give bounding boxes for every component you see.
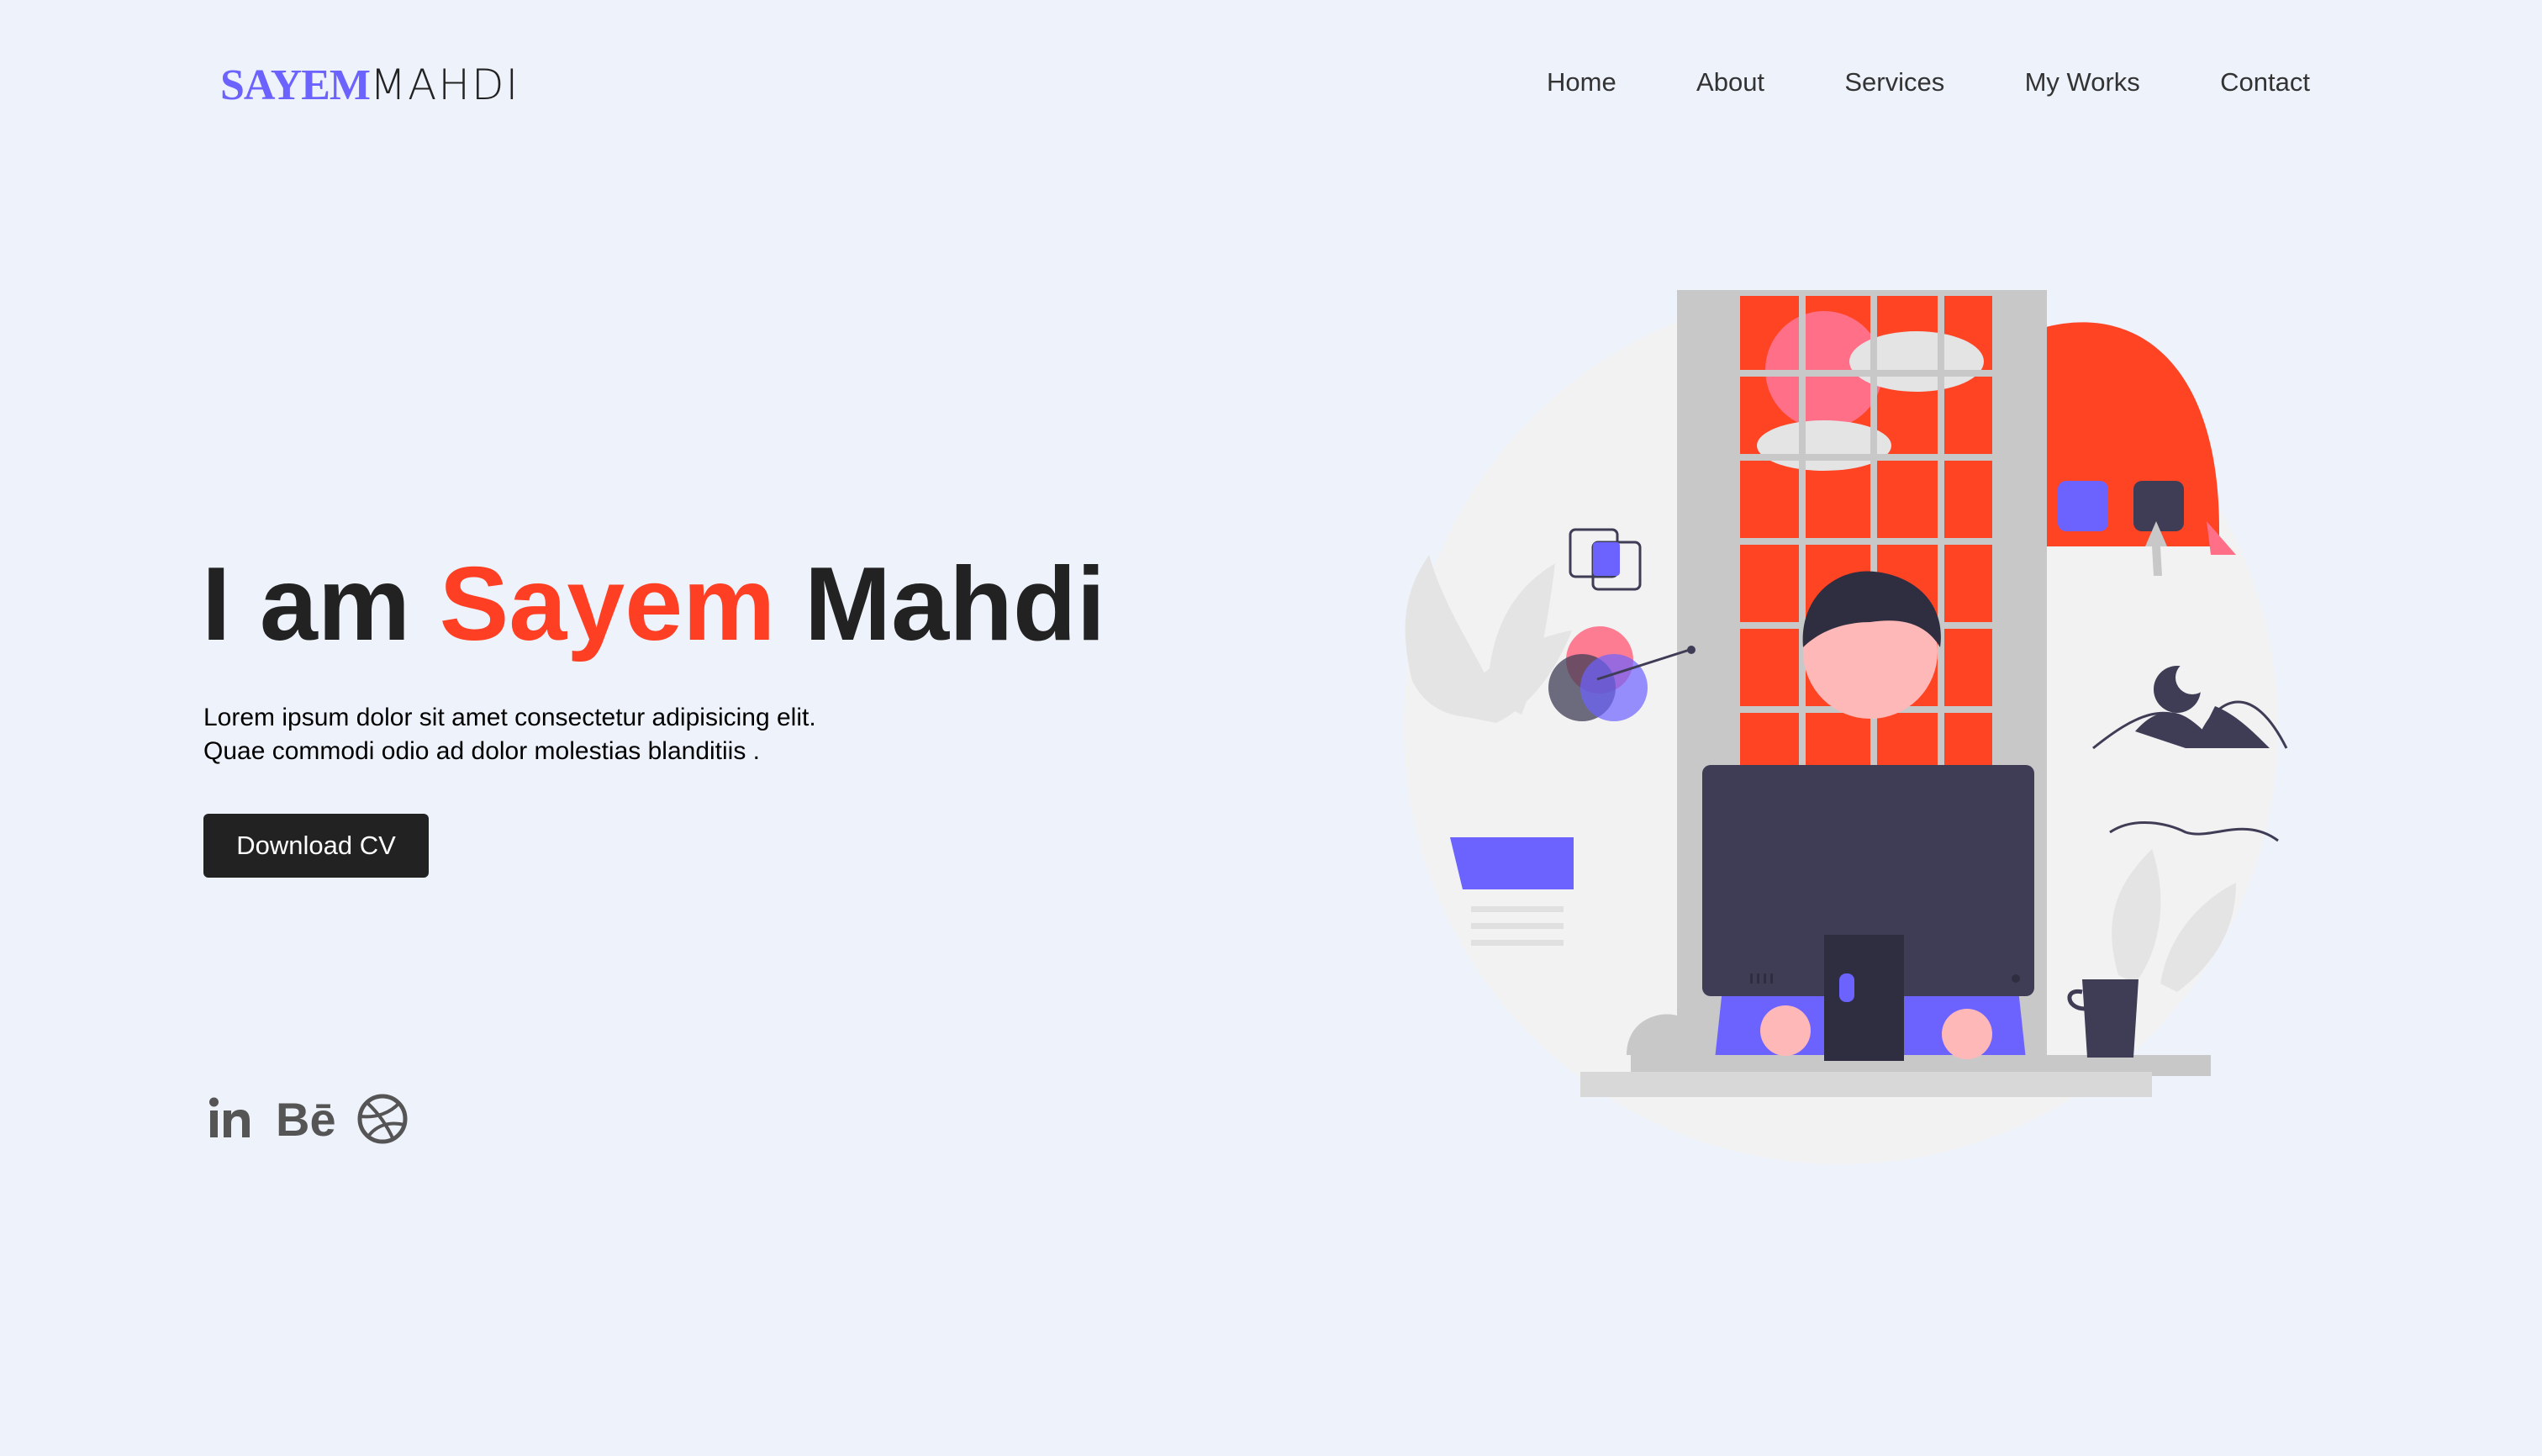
- nav-about[interactable]: About: [1696, 67, 1764, 98]
- right-hand: [1942, 1009, 1992, 1059]
- hero-subtitle: Lorem ipsum dolor sit amet consectetur a…: [203, 701, 960, 768]
- nav-services[interactable]: Services: [1844, 67, 1944, 98]
- hero-title-highlight: Sayem: [439, 546, 776, 662]
- linkedin-icon[interactable]: [207, 1094, 257, 1144]
- logo-last-name: MAHDI: [370, 61, 520, 109]
- dribbble-icon[interactable]: [356, 1093, 409, 1145]
- nav-contact[interactable]: Contact: [2220, 67, 2310, 98]
- main-nav: Home About Services My Works Contact: [1547, 67, 2310, 98]
- coffee-mug: [2082, 979, 2139, 1058]
- behance-icon[interactable]: Bē: [276, 1094, 338, 1144]
- ui-square-purple: [2058, 481, 2108, 531]
- social-links: Bē: [207, 1093, 409, 1145]
- landing-page: SAYEM MAHDI Home About Services My Works…: [0, 0, 2542, 1456]
- hero-illustration: [1404, 290, 2288, 1164]
- nav-home[interactable]: Home: [1547, 67, 1616, 98]
- logo-first-name: SAYEM: [220, 61, 371, 109]
- hero-title: I am Sayem Mahdi: [202, 545, 1105, 664]
- svg-text:Bē: Bē: [276, 1094, 336, 1144]
- hero-subtitle-line2: Quae commodi odio ad dolor molestias bla…: [203, 737, 761, 765]
- download-cv-button[interactable]: Download CV: [203, 814, 429, 878]
- nav-my-works[interactable]: My Works: [2025, 67, 2140, 98]
- pot: [1450, 837, 1574, 889]
- logo[interactable]: SAYEM MAHDI: [220, 61, 519, 111]
- left-hand: [1760, 1005, 1811, 1056]
- hero-title-suffix: Mahdi: [775, 546, 1106, 662]
- hero-subtitle-line1: Lorem ipsum dolor sit amet consectetur a…: [203, 704, 816, 731]
- hero-title-prefix: I am: [202, 546, 440, 662]
